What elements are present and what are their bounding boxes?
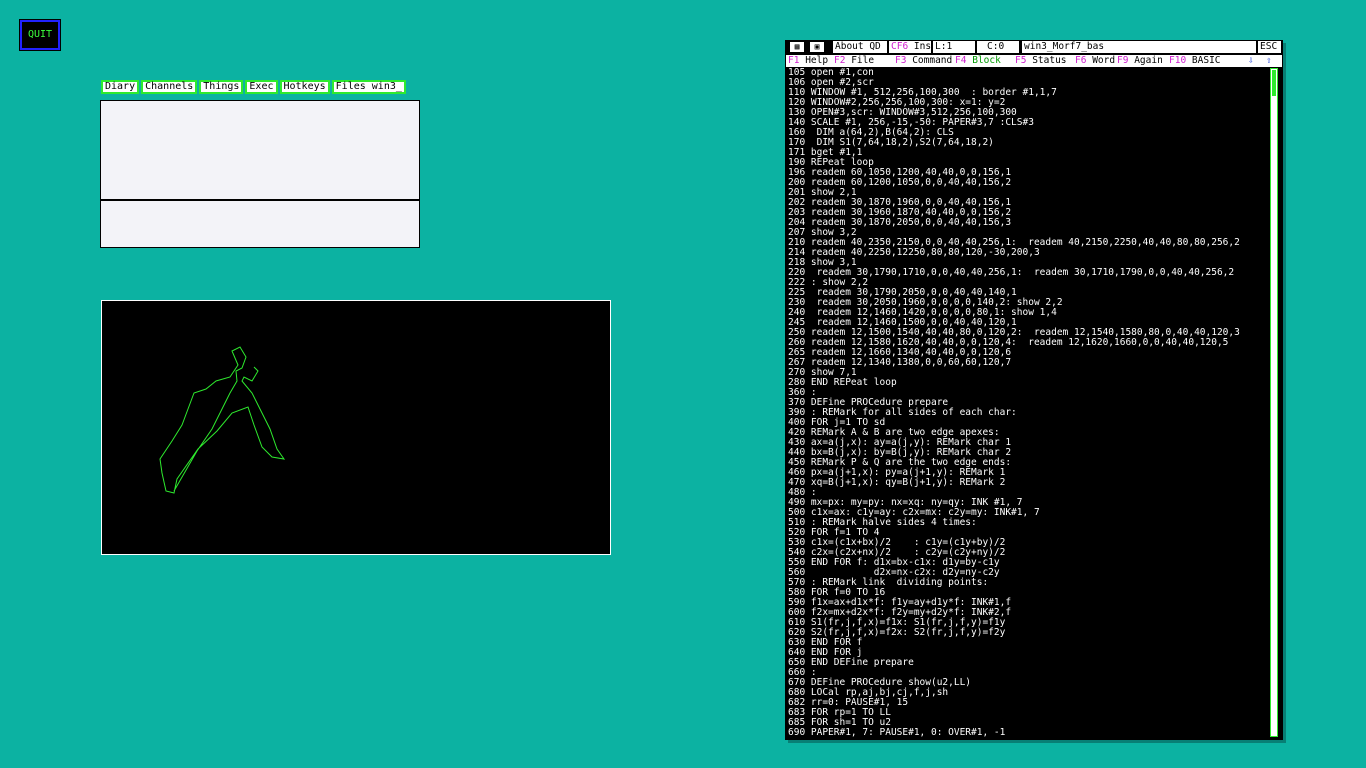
- code-line[interactable]: 690 PAPER#1, 7: PAUSE#1, 0: OVER#1, -1: [788, 728, 1266, 738]
- code-line[interactable]: 280 END REPeat loop: [788, 378, 1266, 388]
- window-move-icon[interactable]: ▦: [790, 42, 804, 52]
- qd-editor-window: ▦ ▣ About QD CF6 Ins L:1 C:0 win3_Morf7_…: [785, 40, 1283, 740]
- column-indicator: C:0: [977, 41, 1019, 53]
- line-indicator: L:1: [933, 41, 975, 53]
- menu-item-files[interactable]: Files win3_: [331, 80, 406, 94]
- function-key-bar: F1 Help F2 File F3 Command F4 Block F5 S…: [786, 55, 1282, 67]
- menu-item-channels[interactable]: Channels: [141, 80, 198, 94]
- code-line[interactable]: 214 readem 40,2250,12250,80,80,120,-30,2…: [788, 248, 1266, 258]
- f2-file-button[interactable]: F2 File: [834, 55, 874, 67]
- f5-status-button[interactable]: F5 Status: [1015, 55, 1067, 67]
- code-listing[interactable]: 105 open #1,con 106 open #2,scr 110 WINDOW…: [788, 68, 1266, 737]
- launcher-list-pane[interactable]: [100, 100, 420, 201]
- code-line[interactable]: 470 xq=B(j+1,x): qy=B(j+1,y): REMark 2: [788, 478, 1266, 488]
- f3-command-button[interactable]: F3 Command: [895, 55, 952, 67]
- figure-outline: [159, 346, 286, 494]
- code-line[interactable]: 650 END DEFine prepare: [788, 658, 1266, 668]
- launcher-info-pane[interactable]: [100, 199, 420, 248]
- scroll-up-icon[interactable]: ⇧: [1266, 55, 1272, 67]
- menu-item-diary[interactable]: Diary: [101, 80, 140, 94]
- launcher-menu-bar: Diary Channels Things Exec Hotkeys Files…: [101, 80, 406, 94]
- insert-mode-toggle[interactable]: CF6 Ins: [889, 41, 931, 53]
- about-button[interactable]: About QD: [833, 41, 887, 53]
- menu-item-things[interactable]: Things: [199, 80, 244, 94]
- esc-button[interactable]: ESC: [1258, 41, 1281, 53]
- graphics-output-window: [101, 300, 611, 555]
- f4-block-button[interactable]: F4 Block: [955, 55, 1001, 67]
- vertical-scrollbar[interactable]: [1270, 68, 1278, 737]
- menu-item-hotkeys[interactable]: Hotkeys: [279, 80, 330, 94]
- f9-again-button[interactable]: F9 Again: [1117, 55, 1163, 67]
- window-resize-icon[interactable]: ▣: [810, 42, 824, 52]
- f10-basic-button[interactable]: F10 BASIC: [1169, 55, 1221, 67]
- code-line[interactable]: 200 readem 60,1200,1050,0,0,40,40,156,2: [788, 178, 1266, 188]
- code-line[interactable]: 204 readem 30,1870,2050,0,0,40,40,156,3: [788, 218, 1266, 228]
- menu-item-exec[interactable]: Exec: [245, 80, 278, 94]
- quit-button[interactable]: QUIT: [19, 19, 61, 51]
- filename-field: win3_Morf7_bas: [1022, 41, 1256, 53]
- scroll-down-icon[interactable]: ⇩: [1248, 55, 1254, 67]
- scrollbar-thumb[interactable]: [1272, 70, 1276, 96]
- f6-word-button[interactable]: F6 Word: [1075, 55, 1115, 67]
- morph-figure-drawing: [159, 346, 286, 494]
- f1-help-button[interactable]: F1 Help: [788, 55, 828, 67]
- code-line[interactable]: 267 readem 12,1340,1380,0,0,60,60,120,7: [788, 358, 1266, 368]
- editor-title-bar: ▦ ▣ About QD CF6 Ins L:1 C:0 win3_Morf7_…: [786, 41, 1282, 53]
